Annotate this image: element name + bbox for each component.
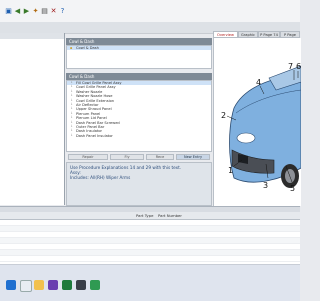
section-list[interactable]: ▪ Cowl & Dash	[66, 45, 212, 69]
rece-button[interactable]: Rece	[146, 154, 174, 160]
taskbar	[0, 264, 300, 301]
excel-icon[interactable]	[62, 280, 72, 290]
callout-2[interactable]: 2	[221, 111, 226, 120]
callout-5[interactable]: 5	[290, 184, 295, 193]
parts-illustration: 1 2 3 4 5 6 7	[213, 38, 302, 206]
navigation-pane-header	[0, 33, 64, 39]
forward-icon[interactable]: ▶	[22, 7, 31, 15]
notes-panel: Use Procedure Explanations 14 and 29 wit…	[66, 162, 212, 206]
tab-overview[interactable]: Overview	[213, 31, 238, 38]
tab-page-74[interactable]: P Page 74	[258, 31, 280, 38]
callout-7[interactable]: 7	[288, 62, 293, 71]
chat-icon[interactable]	[90, 280, 100, 290]
help-icon[interactable]: ?	[58, 7, 67, 15]
parts-table-header: Part Type Part Number	[0, 212, 300, 220]
note-line: Includes: All(RH) Wiper Arms	[70, 175, 131, 180]
section-header: Cowl & Dash	[66, 38, 212, 45]
selected-section-label: Cowl & Dash	[76, 46, 99, 50]
windows-icon[interactable]	[6, 280, 16, 290]
print-icon[interactable]: ▤	[40, 7, 49, 15]
app-toolbar: ▣ ◀ ▶ ✦ ▤ ✕ ?	[0, 0, 300, 22]
headlight	[236, 132, 256, 144]
callout-3[interactable]: 3	[263, 181, 268, 190]
selected-section[interactable]: ▪ Cowl & Dash	[67, 46, 211, 51]
callout-6[interactable]: 6	[296, 62, 301, 71]
car-illustration: 1 2 3 4 5 6 7	[221, 62, 302, 193]
parts-list[interactable]: └ Fill Cowl Grille Panel Assy └ Cowl Grill…	[66, 80, 212, 152]
search-icon[interactable]	[20, 280, 32, 292]
home-icon[interactable]: ▣	[4, 7, 13, 15]
section-header-label: Cowl & Dash	[69, 39, 95, 44]
navigation-pane[interactable]	[0, 33, 65, 205]
tab-graphic[interactable]: Graphic	[238, 31, 258, 38]
file-explorer-icon[interactable]	[34, 280, 44, 290]
view-tabs: Overview Graphic P Page 74 P Page	[213, 31, 300, 38]
settings-icon[interactable]: ✦	[31, 7, 40, 15]
tools-icon[interactable]: ✕	[49, 7, 58, 15]
column-header-part-type[interactable]: Part Type	[136, 212, 153, 219]
action-buttons: Repair Fly Rece New Entry	[66, 154, 212, 161]
app-icon[interactable]	[48, 280, 58, 290]
parts-list-header-label: Cowl & Dash	[69, 74, 95, 79]
callout-1[interactable]: 1	[228, 166, 233, 175]
media-icon[interactable]	[76, 280, 86, 290]
column-header-part-number[interactable]: Part Number	[158, 212, 182, 219]
repair-button[interactable]: Repair	[68, 154, 108, 160]
tab-page[interactable]: P Page	[280, 31, 300, 38]
back-icon[interactable]: ◀	[13, 7, 22, 15]
table-row[interactable]	[0, 256, 300, 262]
callout-4[interactable]: 4	[256, 78, 261, 87]
new-entry-button[interactable]: New Entry	[176, 154, 210, 160]
list-item[interactable]: └ Dash Panel Insulator	[67, 134, 211, 138]
fly-button[interactable]: Fly	[110, 154, 144, 160]
parts-list-header: Cowl & Dash	[66, 73, 212, 80]
